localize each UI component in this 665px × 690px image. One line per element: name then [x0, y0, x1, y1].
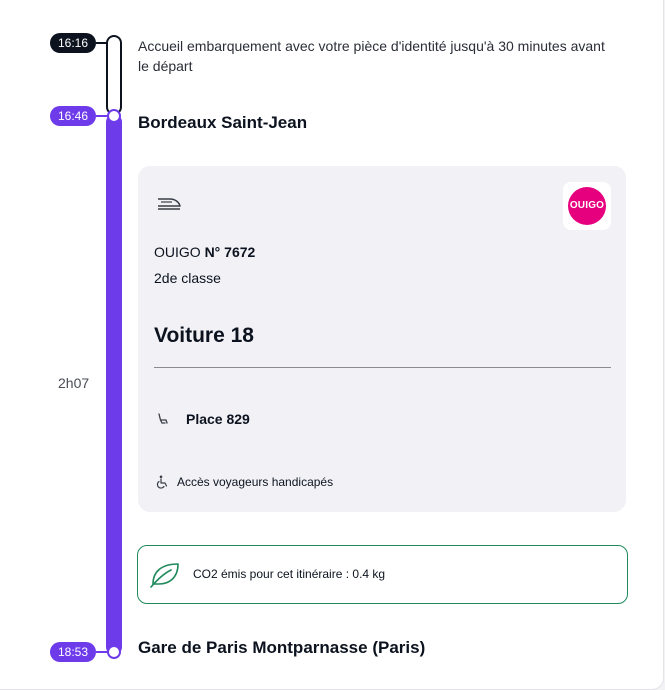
arrival-time-badge: 18:53	[50, 642, 97, 662]
train-operator: OUIGO	[154, 244, 201, 260]
arrival-station: Gare de Paris Montparnasse (Paris)	[138, 638, 426, 657]
wheelchair-icon	[155, 475, 169, 494]
coach-divider	[154, 367, 611, 368]
seat-number: Place 829	[186, 411, 250, 427]
boarding-connector	[96, 42, 108, 44]
ouigo-logo-text: OUIGO	[568, 187, 606, 225]
train-number-line: OUIGO N° 7672	[154, 244, 255, 260]
co2-text: CO2 émis pour cet itinéraire : 0.4 kg	[193, 567, 386, 581]
departure-station: Bordeaux Saint-Jean	[138, 113, 308, 132]
accessibility-info: Accès voyageurs handicapés	[177, 475, 334, 489]
ouigo-logo: OUIGO	[563, 182, 611, 230]
boarding-time-badge: 16:16	[50, 33, 97, 53]
boarding-timeline-segment	[106, 35, 122, 115]
boarding-note: Accueil embarquement avec votre pièce d'…	[138, 38, 605, 74]
train-icon	[155, 193, 183, 218]
departure-dot	[107, 109, 121, 123]
journey-card: 16:16 16:46 18:53 2h07 Accueil embarquem…	[0, 0, 664, 690]
travel-class: 2de classe	[154, 270, 221, 286]
travel-timeline-segment	[106, 114, 122, 655]
train-number: N° 7672	[204, 244, 256, 260]
departure-time-badge: 16:46	[50, 106, 97, 126]
seat-icon	[156, 412, 170, 431]
trip-duration: 2h07	[58, 375, 90, 391]
leaf-icon	[149, 560, 181, 593]
coach-number: Voiture 18	[154, 324, 254, 347]
arrival-dot	[107, 645, 121, 659]
